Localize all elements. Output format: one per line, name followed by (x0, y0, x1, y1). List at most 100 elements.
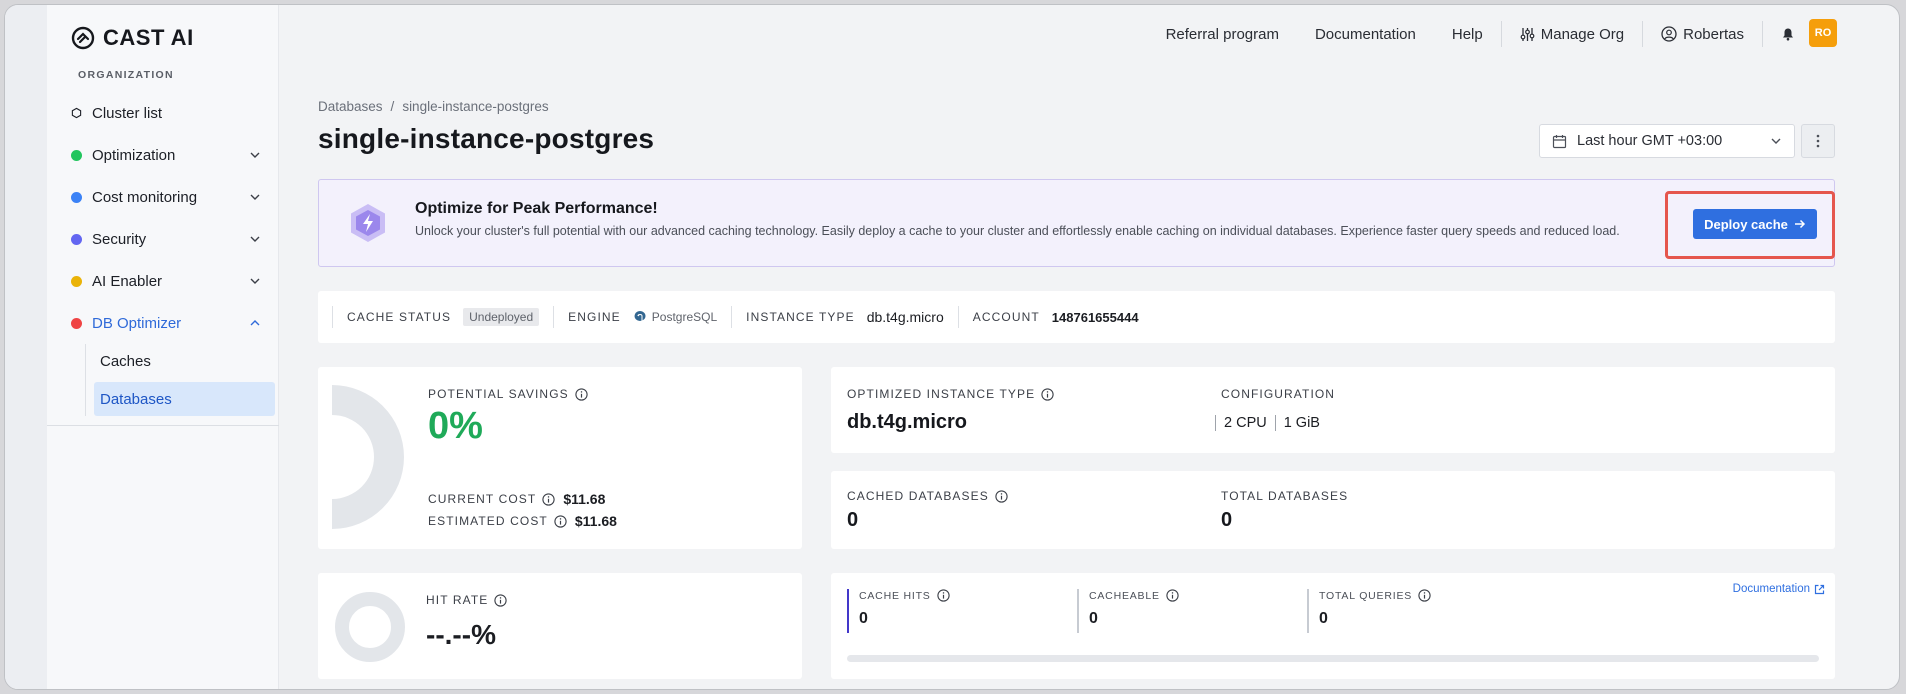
instance-type-value: db.t4g.micro (866, 309, 944, 325)
app-window: CAST AI ORGANIZATION Cluster list Optimi… (4, 4, 1900, 690)
breadcrumb: Databases / single-instance-postgres (318, 99, 549, 114)
potential-savings-card: POTENTIAL SAVINGS 0% CURRENT COST $11.68… (318, 367, 802, 549)
chevron-down-icon[interactable] (249, 149, 261, 161)
sidebar-item-label: Cost monitoring (92, 188, 198, 206)
banner-description: Unlock your cluster's full potential wit… (415, 224, 1620, 238)
total-databases-header: TOTAL DATABASES (1221, 489, 1348, 503)
queries-card: CACHE HITS 0 CACHEABLE 0 TOTAL QUERIES 0… (831, 573, 1835, 679)
referral-program-link[interactable]: Referral program (1148, 26, 1297, 43)
instance-type-segment: INSTANCE TYPE db.t4g.micro (731, 306, 958, 328)
config-memory: 1 GiB (1274, 415, 1320, 431)
banner-title: Optimize for Peak Performance! (415, 200, 658, 217)
postgresql-icon (634, 311, 646, 322)
breadcrumb-current: single-instance-postgres (402, 99, 549, 114)
account-segment: ACCOUNT 148761655444 (957, 306, 1153, 328)
chevron-down-icon[interactable] (249, 191, 261, 203)
sidebar-item-cluster-list[interactable]: Cluster list (59, 92, 275, 134)
external-link-icon (1814, 584, 1825, 594)
user-menu[interactable]: Robertas (1643, 26, 1762, 43)
sidebar-item-optimization[interactable]: Optimization (59, 134, 275, 176)
cacheable-header: CACHEABLE (1089, 589, 1179, 602)
time-range-select[interactable]: Last hour GMT +03:00 (1539, 124, 1795, 158)
chevron-down-icon (1771, 138, 1781, 144)
lightning-hexagon-icon (351, 204, 385, 242)
savings-gauge (332, 385, 404, 529)
bell-icon[interactable] (1781, 27, 1795, 41)
optimized-instance-card: OPTIMIZED INSTANCE TYPE db.t4g.micro CON… (831, 367, 1835, 453)
info-icon[interactable] (936, 589, 950, 602)
cache-hits-label: CACHE HITS (859, 589, 931, 602)
config-cpu: 2 CPU (1215, 415, 1267, 431)
sidebar-nav: Cluster list Optimization Cost monitorin… (59, 92, 275, 420)
db-optimizer-submenu: Caches Databases (85, 344, 275, 416)
optimized-instance-value: db.t4g.micro (847, 411, 968, 433)
queries-progress-bar (847, 655, 1819, 662)
brand-logo[interactable]: CAST AI (71, 25, 194, 51)
hit-rate-label: HIT RATE (426, 593, 489, 607)
cache-status-segment: CACHE STATUS Undeployed (332, 306, 553, 328)
deploy-cache-button[interactable]: Deploy cache (1693, 209, 1817, 239)
user-circle-icon (1661, 26, 1677, 42)
potential-savings-value: 0% (428, 405, 483, 447)
optimize-banner: Optimize for Peak Performance! Unlock yo… (318, 179, 1835, 267)
info-icon[interactable] (554, 514, 567, 528)
current-cost-label: CURRENT COST (428, 492, 537, 506)
chevron-down-icon[interactable] (249, 233, 261, 245)
help-link[interactable]: Help (1434, 26, 1501, 43)
configuration-header: CONFIGURATION (1221, 387, 1335, 401)
cached-databases-header: CACHED DATABASES (847, 489, 1008, 503)
info-icon[interactable] (1166, 589, 1179, 602)
nav-separator (1762, 21, 1763, 47)
cache-hits-value: 0 (859, 610, 868, 627)
engine-segment: ENGINE PostgreSQL (553, 306, 731, 328)
hit-rate-donut (335, 592, 405, 662)
manage-org-link[interactable]: Manage Org (1502, 26, 1642, 43)
sidebar-subitem-databases[interactable]: Databases (94, 382, 275, 416)
cache-status-badge: Undeployed (463, 308, 540, 326)
optimization-icon (71, 149, 82, 161)
cache-hits-header: CACHE HITS (859, 589, 950, 602)
avatar[interactable]: RO (1809, 19, 1837, 47)
total-queries-label: TOTAL QUERIES (1319, 589, 1413, 602)
total-queries-column: TOTAL QUERIES 0 (1307, 589, 1431, 633)
sidebar-item-security[interactable]: Security (59, 218, 275, 260)
kebab-menu-icon (1816, 134, 1820, 148)
db-optimizer-icon (71, 317, 82, 329)
info-icon[interactable] (542, 492, 555, 506)
potential-savings-header: POTENTIAL SAVINGS (428, 387, 588, 401)
breadcrumb-databases[interactable]: Databases (318, 99, 383, 114)
user-name: Robertas (1683, 25, 1744, 43)
more-options-button[interactable] (1801, 124, 1835, 158)
cache-status-label: CACHE STATUS (347, 310, 452, 324)
instance-type-label: INSTANCE TYPE (746, 310, 855, 324)
info-icon[interactable] (575, 387, 588, 401)
configuration-values: 2 CPU 1 GiB (1215, 415, 1320, 431)
info-icon[interactable] (1418, 589, 1431, 602)
chevron-down-icon[interactable] (249, 275, 261, 287)
sidebar-item-ai-enabler[interactable]: AI Enabler (59, 260, 275, 302)
account-value: 148761655444 (1051, 309, 1139, 325)
info-icon[interactable] (995, 489, 1008, 503)
sidebar-item-label: Optimization (92, 146, 176, 164)
hit-rate-value: --.--% (426, 619, 496, 650)
current-cost-row: CURRENT COST $11.68 (428, 491, 605, 507)
calendar-icon (1552, 134, 1567, 148)
cast-ai-logo-icon (71, 26, 95, 50)
sidebar-item-db-optimizer[interactable]: DB Optimizer (59, 302, 275, 344)
sidebar-item-label: DB Optimizer (92, 314, 182, 332)
estimated-cost-label: ESTIMATED COST (428, 514, 548, 528)
documentation-link-label: Documentation (1732, 583, 1810, 595)
ai-enabler-icon (71, 275, 82, 287)
documentation-link[interactable]: Documentation (1297, 26, 1434, 43)
sidebar-subitem-caches[interactable]: Caches (94, 344, 275, 378)
queries-documentation-link[interactable]: Documentation (1733, 583, 1825, 595)
engine-value: PostgreSQL (651, 310, 718, 324)
sidebar-item-cost-monitoring[interactable]: Cost monitoring (59, 176, 275, 218)
estimated-cost-value: $11.68 (574, 513, 617, 529)
configuration-label: CONFIGURATION (1221, 387, 1336, 401)
chevron-up-icon[interactable] (249, 317, 261, 329)
engine-value-group: PostgreSQL (633, 310, 717, 324)
info-icon[interactable] (1041, 387, 1054, 401)
info-icon[interactable] (494, 593, 508, 607)
current-cost-value: $11.68 (563, 491, 606, 507)
